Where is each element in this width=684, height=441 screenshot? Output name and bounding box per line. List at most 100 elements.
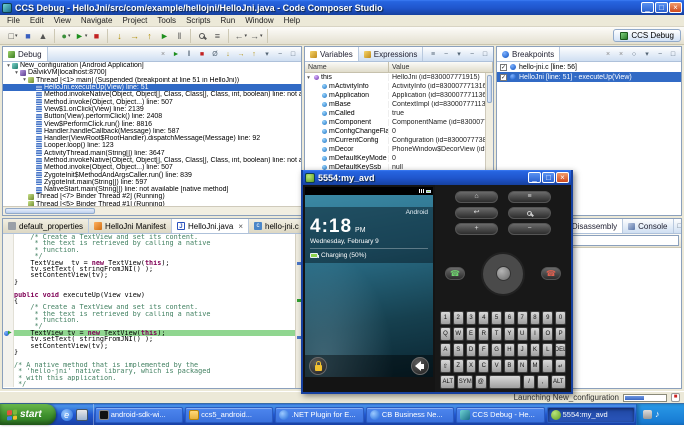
code-editor[interactable]: /* Create a TextView and set its content… <box>3 234 301 388</box>
breakpoints-remove-all-button[interactable]: × <box>615 48 627 60</box>
menu-edit[interactable]: Edit <box>25 15 49 27</box>
emulator-minimize-button[interactable]: _ <box>528 172 541 183</box>
debug-stack-frame-row[interactable]: Method.invokeNative(Object, Object[], Cl… <box>3 91 301 98</box>
debug-step-over-button[interactable]: → <box>235 48 247 60</box>
variables-collapse-button[interactable]: − <box>440 48 452 60</box>
menu-scripts[interactable]: Scripts <box>181 15 215 27</box>
emulator-key[interactable]: ⇧ <box>440 359 451 373</box>
tab-debug[interactable]: Debug <box>3 47 48 61</box>
volume-icon[interactable]: ♪ <box>655 410 660 419</box>
emulator-key[interactable]: SYM <box>457 375 473 389</box>
variable-row[interactable]: mApplication Application (id=830007771136… <box>305 91 493 100</box>
emulator-key[interactable]: O <box>542 327 554 341</box>
variables-tab-variables[interactable]: Variables <box>305 47 359 61</box>
perspective-switcher[interactable]: CCS Debug <box>613 29 681 42</box>
back-button[interactable]: ← ▾ <box>233 29 248 43</box>
new-button[interactable]: □ ▾ <box>6 29 20 43</box>
emulator-key[interactable]: 2 <box>452 311 464 325</box>
emulator-maximize-button[interactable]: □ <box>542 172 555 183</box>
mute-handle[interactable] <box>411 357 429 375</box>
emulator-key[interactable]: 0 <box>555 311 566 325</box>
forward-button[interactable]: → ▾ <box>249 29 264 43</box>
breakpoint-checkbox[interactable]: ✓ <box>500 73 507 81</box>
back-button[interactable]: ↩ <box>455 207 498 219</box>
variable-row[interactable]: mDecor PhoneWindow$DecorView (id=83000777… <box>305 145 493 154</box>
emulator-key[interactable]: R <box>478 327 490 341</box>
menu-run[interactable]: Run <box>216 15 241 27</box>
debug-stack-frame-row[interactable]: NativeStart.main(String[]) line: not ava… <box>3 186 301 193</box>
debug-stack-frame-row[interactable]: Method.invoke(Object, Object...) line: 5… <box>3 164 301 171</box>
suspend-button[interactable]: ‖ <box>172 29 186 43</box>
variable-row[interactable]: ▾ this HelloJni (id=830007771915) <box>305 73 493 82</box>
debug-step-into-button[interactable]: ↓ <box>222 48 234 60</box>
variables-show-type-button[interactable]: ≡ <box>427 48 439 60</box>
emulator-key[interactable]: E <box>465 327 477 341</box>
emulator-key[interactable]: P <box>555 327 566 341</box>
menu-window[interactable]: Window <box>240 15 278 27</box>
taskbar-button[interactable]: ccs5_android... <box>185 406 274 423</box>
debug-remove-all-button[interactable]: × <box>157 48 169 60</box>
debug-terminate-button[interactable]: ■ <box>196 48 208 60</box>
debug-menu-button[interactable]: ▾ <box>261 48 273 60</box>
emulator-key[interactable]: I <box>529 327 541 341</box>
taskbar-button[interactable]: CCS Debug - He... <box>456 406 545 423</box>
emulator-key[interactable]: G <box>491 343 502 357</box>
emulator-key[interactable]: C <box>478 359 490 373</box>
start-button[interactable]: start <box>0 404 56 425</box>
breakpoints-show-all-button[interactable]: ○ <box>628 48 640 60</box>
breakpoint-item[interactable]: ✓ HelloJni [line: 51] - executeUp(View) <box>497 72 681 82</box>
column-value[interactable]: Value <box>389 62 493 72</box>
variable-row[interactable]: mCurrentConfig Configuration (id=83000777… <box>305 136 493 145</box>
variable-row[interactable]: mCalled true <box>305 109 493 118</box>
code-line[interactable]: } <box>3 349 301 355</box>
debug-resume-button[interactable]: ► <box>170 48 182 60</box>
emulator-key[interactable]: J <box>516 343 528 357</box>
debug-thread-row[interactable]: ▾ Thread [<1> main] (Suspended (breakpoin… <box>3 77 301 84</box>
breakpoints-menu-button[interactable]: ▾ <box>641 48 653 60</box>
debug-stack-frame-row[interactable]: Looper.loop() line: 123 <box>3 142 301 149</box>
emulator-key[interactable]: D <box>465 343 477 357</box>
emulator-key[interactable]: K <box>529 343 541 357</box>
step-over-button[interactable]: → <box>127 29 141 43</box>
close-button[interactable]: × <box>669 2 682 13</box>
debug-stack-frame-row[interactable]: ZygoteInit$MethodAndArgsCaller.run() lin… <box>3 171 301 179</box>
close-tab-icon[interactable]: × <box>238 222 243 231</box>
variable-row[interactable]: mConfigChangeFlags0 <box>305 127 493 136</box>
taskbar-button[interactable]: 5554:my_avd <box>546 406 636 423</box>
emulator-key[interactable]: X <box>465 359 477 373</box>
search-button[interactable] <box>508 207 551 219</box>
emulator-key[interactable]: Z <box>452 359 464 373</box>
console-tab-console[interactable]: Console <box>623 219 674 233</box>
debug-launch-row[interactable]: ▾ DalvikVM[localhost:8700] <box>3 69 301 76</box>
debug-stack-frame-row[interactable]: Method.invoke(Object, Object...) line: 5… <box>3 98 301 106</box>
menu-navigate[interactable]: Navigate <box>76 15 118 27</box>
emulator-key[interactable]: S <box>452 343 464 357</box>
dpad-center-button[interactable] <box>495 266 511 281</box>
emulator-key[interactable]: A <box>440 343 451 357</box>
editor-tab-c[interactable]: c hello-jni.c <box>249 219 301 233</box>
emulator-key[interactable]: N <box>516 359 528 373</box>
breakpoint-item[interactable]: ✓ hello-jni.c [line: 56] <box>497 62 681 72</box>
variables-menu-button[interactable]: ▾ <box>453 48 465 60</box>
emulator-key[interactable]: Y <box>503 327 515 341</box>
taskbar-button[interactable]: CB Business Ne... <box>365 406 455 423</box>
debug-step-return-button[interactable]: ↑ <box>248 48 260 60</box>
emulator-key[interactable]: F <box>478 343 490 357</box>
column-name[interactable]: Name <box>305 62 389 72</box>
debug-min-button[interactable]: − <box>274 48 286 60</box>
emulator-key[interactable]: 9 <box>542 311 554 325</box>
terminate-button[interactable]: ■ <box>89 29 103 43</box>
debug-stack-frame-row[interactable]: Button(View).performClick() line: 2408 <box>3 113 301 120</box>
step-into-button[interactable]: ↓ <box>112 29 126 43</box>
emulator-key[interactable]: 4 <box>478 311 490 325</box>
variable-row[interactable]: mComponent ComponentName (id=830007779456… <box>305 118 493 127</box>
menu-tools[interactable]: Tools <box>152 15 181 27</box>
breakpoints-remove-button[interactable]: × <box>602 48 614 60</box>
tab-breakpoints[interactable]: Breakpoints <box>497 47 561 61</box>
code-line[interactable]: } <box>3 278 301 285</box>
internet-explorer-icon[interactable]: e <box>60 408 73 421</box>
end-call-button[interactable]: ☎ <box>541 267 561 280</box>
debug-stack-frame-row[interactable]: View$PerformClick.run() line: 8816 <box>3 120 301 128</box>
emulator-key[interactable]: , <box>536 375 549 389</box>
unlock-handle[interactable] <box>309 357 327 375</box>
